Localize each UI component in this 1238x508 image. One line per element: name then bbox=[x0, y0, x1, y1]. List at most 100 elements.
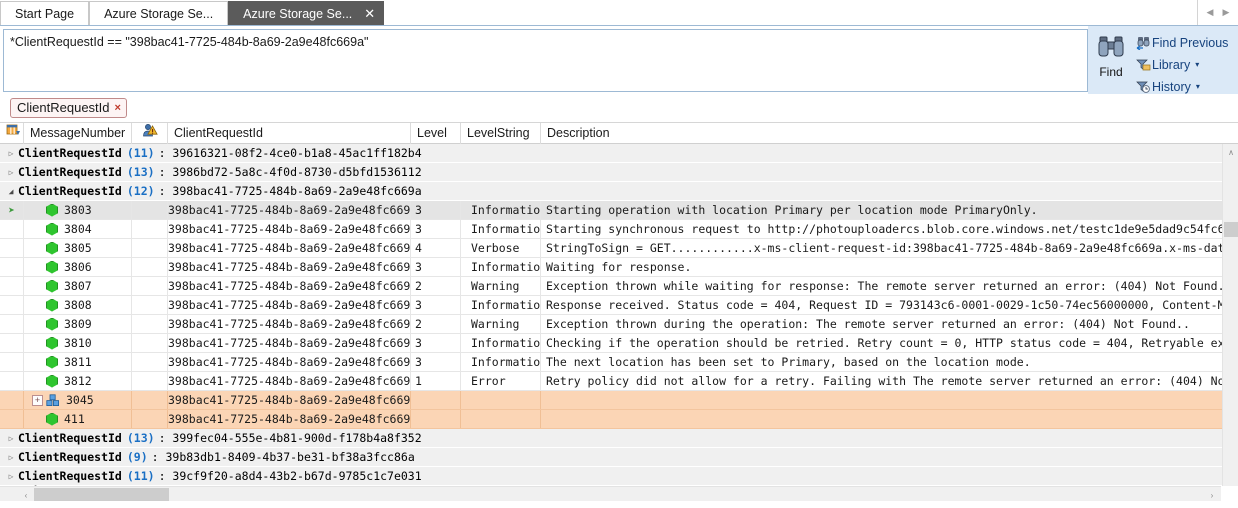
row-marker-cell[interactable] bbox=[0, 372, 24, 390]
query-input[interactable]: *ClientRequestId == "398bac41-7725-484b-… bbox=[3, 29, 1088, 92]
vertical-scrollbar[interactable]: ∧ ∨ bbox=[1222, 144, 1238, 503]
cell-warning bbox=[132, 315, 168, 333]
scroll-up-icon[interactable]: ∧ bbox=[1223, 144, 1238, 160]
group-field-label: ClientRequestId bbox=[18, 431, 122, 445]
table-row[interactable]: 3806 398bac41-7725-484b-8a69-2a9e48fc669a… bbox=[0, 258, 1238, 277]
window-footer bbox=[0, 501, 1238, 508]
table-row[interactable]: 3807 398bac41-7725-484b-8a69-2a9e48fc669a… bbox=[0, 277, 1238, 296]
row-marker-cell[interactable] bbox=[0, 239, 24, 257]
column-header-label: LevelString bbox=[467, 126, 530, 140]
filter-chip-label: ClientRequestId bbox=[17, 100, 110, 115]
find-links: Find Previous Library ▾ History ▾ bbox=[1134, 30, 1228, 96]
severity-hex-green-icon bbox=[46, 355, 58, 369]
table-row[interactable]: 3810 398bac41-7725-484b-8a69-2a9e48fc669a… bbox=[0, 334, 1238, 353]
table-row[interactable]: 3812 398bac41-7725-484b-8a69-2a9e48fc669a… bbox=[0, 372, 1238, 391]
find-previous-button[interactable]: Find Previous bbox=[1134, 33, 1228, 52]
table-row[interactable]: +3045 398bac41-7725-484b-8a69-2a9e48fc669… bbox=[0, 391, 1238, 410]
cell-warning bbox=[132, 372, 168, 390]
row-marker-cell[interactable] bbox=[0, 258, 24, 276]
tab-start-page[interactable]: Start Page bbox=[0, 1, 90, 25]
column-header-clientrequestid[interactable]: ClientRequestId bbox=[168, 122, 411, 144]
chevron-down-icon[interactable]: ▾ bbox=[1196, 82, 1200, 91]
column-header-warning[interactable] bbox=[132, 122, 168, 144]
column-header-levelstring[interactable]: LevelString bbox=[461, 122, 541, 144]
group-expand-icon[interactable]: ▷ bbox=[4, 472, 18, 481]
tab-close-icon[interactable]: ✕ bbox=[364, 7, 375, 20]
chevron-down-icon[interactable]: ▾ bbox=[1195, 60, 1199, 69]
cell-clientrequestid: 398bac41-7725-484b-8a69-2a9e48fc669a bbox=[168, 277, 411, 295]
column-header-level[interactable]: Level bbox=[411, 122, 461, 144]
cell-warning bbox=[132, 353, 168, 371]
find-button-label: Find bbox=[1099, 65, 1123, 79]
group-expand-icon[interactable]: ▷ bbox=[4, 149, 18, 158]
messagenumber-value: 3808 bbox=[64, 298, 92, 312]
vertical-scroll-thumb[interactable] bbox=[1224, 222, 1238, 237]
cell-messagenumber: 3812 bbox=[24, 372, 132, 390]
cell-messagenumber: +3045 bbox=[24, 391, 132, 409]
cell-levelstring: Information bbox=[461, 353, 541, 371]
row-marker-cell[interactable] bbox=[0, 315, 24, 333]
tab-label: Azure Storage Se... bbox=[243, 6, 353, 21]
row-marker-cell[interactable] bbox=[0, 277, 24, 295]
cell-levelstring: Information bbox=[461, 201, 541, 219]
table-row[interactable]: 411 398bac41-7725-484b-8a69-2a9e48fc669a bbox=[0, 410, 1238, 429]
column-header-description[interactable]: Description bbox=[541, 123, 1238, 144]
tab-azure-storage-1[interactable]: Azure Storage Se... bbox=[89, 1, 229, 25]
table-row[interactable]: ➤ 3803 398bac41-7725-484b-8a69-2a9e48fc669… bbox=[0, 201, 1238, 220]
table-row[interactable]: 3805 398bac41-7725-484b-8a69-2a9e48fc669a… bbox=[0, 239, 1238, 258]
row-marker-cell[interactable]: ➤ bbox=[0, 201, 24, 219]
table-row[interactable]: 3809 398bac41-7725-484b-8a69-2a9e48fc669a… bbox=[0, 315, 1238, 334]
group-row[interactable]: ▷ ClientRequestId (13): 399fec04-555e-4b81… bbox=[0, 429, 1238, 448]
blue-cubes-group-icon bbox=[46, 393, 60, 407]
group-collapse-icon[interactable]: ◢ bbox=[4, 187, 18, 196]
horizontal-scroll-thumb[interactable] bbox=[34, 488, 169, 502]
column-header-label: Description bbox=[547, 126, 610, 140]
filter-chip-clientrequestid[interactable]: ClientRequestId × bbox=[10, 98, 127, 118]
history-label: History bbox=[1152, 79, 1191, 94]
cell-messagenumber: 3809 bbox=[24, 315, 132, 333]
find-panel: Find Find Previous Library ▾ History ▾ bbox=[1088, 26, 1238, 94]
cell-level: 1 bbox=[411, 372, 461, 390]
binoculars-icon bbox=[1096, 34, 1126, 63]
row-marker-cell[interactable] bbox=[0, 296, 24, 314]
find-button[interactable]: Find bbox=[1088, 30, 1134, 79]
column-header-label: ClientRequestId bbox=[174, 126, 263, 140]
cell-levelstring bbox=[461, 410, 541, 428]
cell-description: Exception thrown during the operation: T… bbox=[546, 317, 1190, 331]
library-button[interactable]: Library ▾ bbox=[1134, 55, 1228, 74]
group-expand-icon[interactable]: ▷ bbox=[4, 168, 18, 177]
group-expand-icon[interactable]: ▷ bbox=[4, 453, 18, 462]
row-marker-cell[interactable] bbox=[0, 391, 24, 409]
column-header-select-all[interactable] bbox=[0, 122, 24, 144]
cell-levelstring: Verbose bbox=[461, 239, 541, 257]
group-expand-icon[interactable]: ▷ bbox=[4, 434, 18, 443]
cell-description: StringToSign = GET............x-ms-clien… bbox=[546, 241, 1238, 255]
table-row[interactable]: 3804 398bac41-7725-484b-8a69-2a9e48fc669a… bbox=[0, 220, 1238, 239]
group-count: (11) bbox=[126, 146, 155, 160]
row-marker-cell[interactable] bbox=[0, 410, 24, 428]
tab-azure-storage-2[interactable]: Azure Storage Se... ✕ bbox=[228, 1, 385, 25]
current-row-arrow-icon: ➤ bbox=[8, 203, 15, 217]
table-row[interactable]: 3811 398bac41-7725-484b-8a69-2a9e48fc669a… bbox=[0, 353, 1238, 372]
table-row[interactable]: 3808 398bac41-7725-484b-8a69-2a9e48fc669a… bbox=[0, 296, 1238, 315]
row-marker-cell[interactable] bbox=[0, 334, 24, 352]
group-row[interactable]: ▷ ClientRequestId (13): 3986bd72-5a8c-4f0d… bbox=[0, 163, 1238, 182]
cell-clientrequestid: 398bac41-7725-484b-8a69-2a9e48fc669a bbox=[168, 353, 411, 371]
tab-next-arrow-icon[interactable]: ▶ bbox=[1218, 4, 1234, 22]
cell-messagenumber: 411 bbox=[24, 410, 132, 428]
tab-prev-arrow-icon[interactable]: ◀ bbox=[1202, 4, 1218, 22]
group-value: : 3986bd72-5a8c-4f0d-8730-d5bfd1536112 bbox=[158, 165, 422, 179]
cell-level: 2 bbox=[411, 315, 461, 333]
history-button[interactable]: History ▾ bbox=[1134, 77, 1228, 96]
column-header-messagenumber[interactable]: MessageNumber bbox=[24, 122, 132, 144]
group-row[interactable]: ◢ ClientRequestId (12): 398bac41-7725-484b… bbox=[0, 182, 1238, 201]
row-marker-cell[interactable] bbox=[0, 353, 24, 371]
group-row[interactable]: ▷ ClientRequestId (11): 39616321-08f2-4ce0… bbox=[0, 144, 1238, 163]
row-marker-cell[interactable] bbox=[0, 220, 24, 238]
cell-warning bbox=[132, 258, 168, 276]
row-expand-icon[interactable]: + bbox=[32, 394, 43, 406]
group-row[interactable]: ▷ ClientRequestId (9): 39b83db1-8409-4b37-… bbox=[0, 448, 1238, 467]
group-count: (13) bbox=[126, 431, 155, 445]
filter-chip-remove-icon[interactable]: × bbox=[115, 102, 121, 114]
cell-levelstring: Warning bbox=[461, 277, 541, 295]
